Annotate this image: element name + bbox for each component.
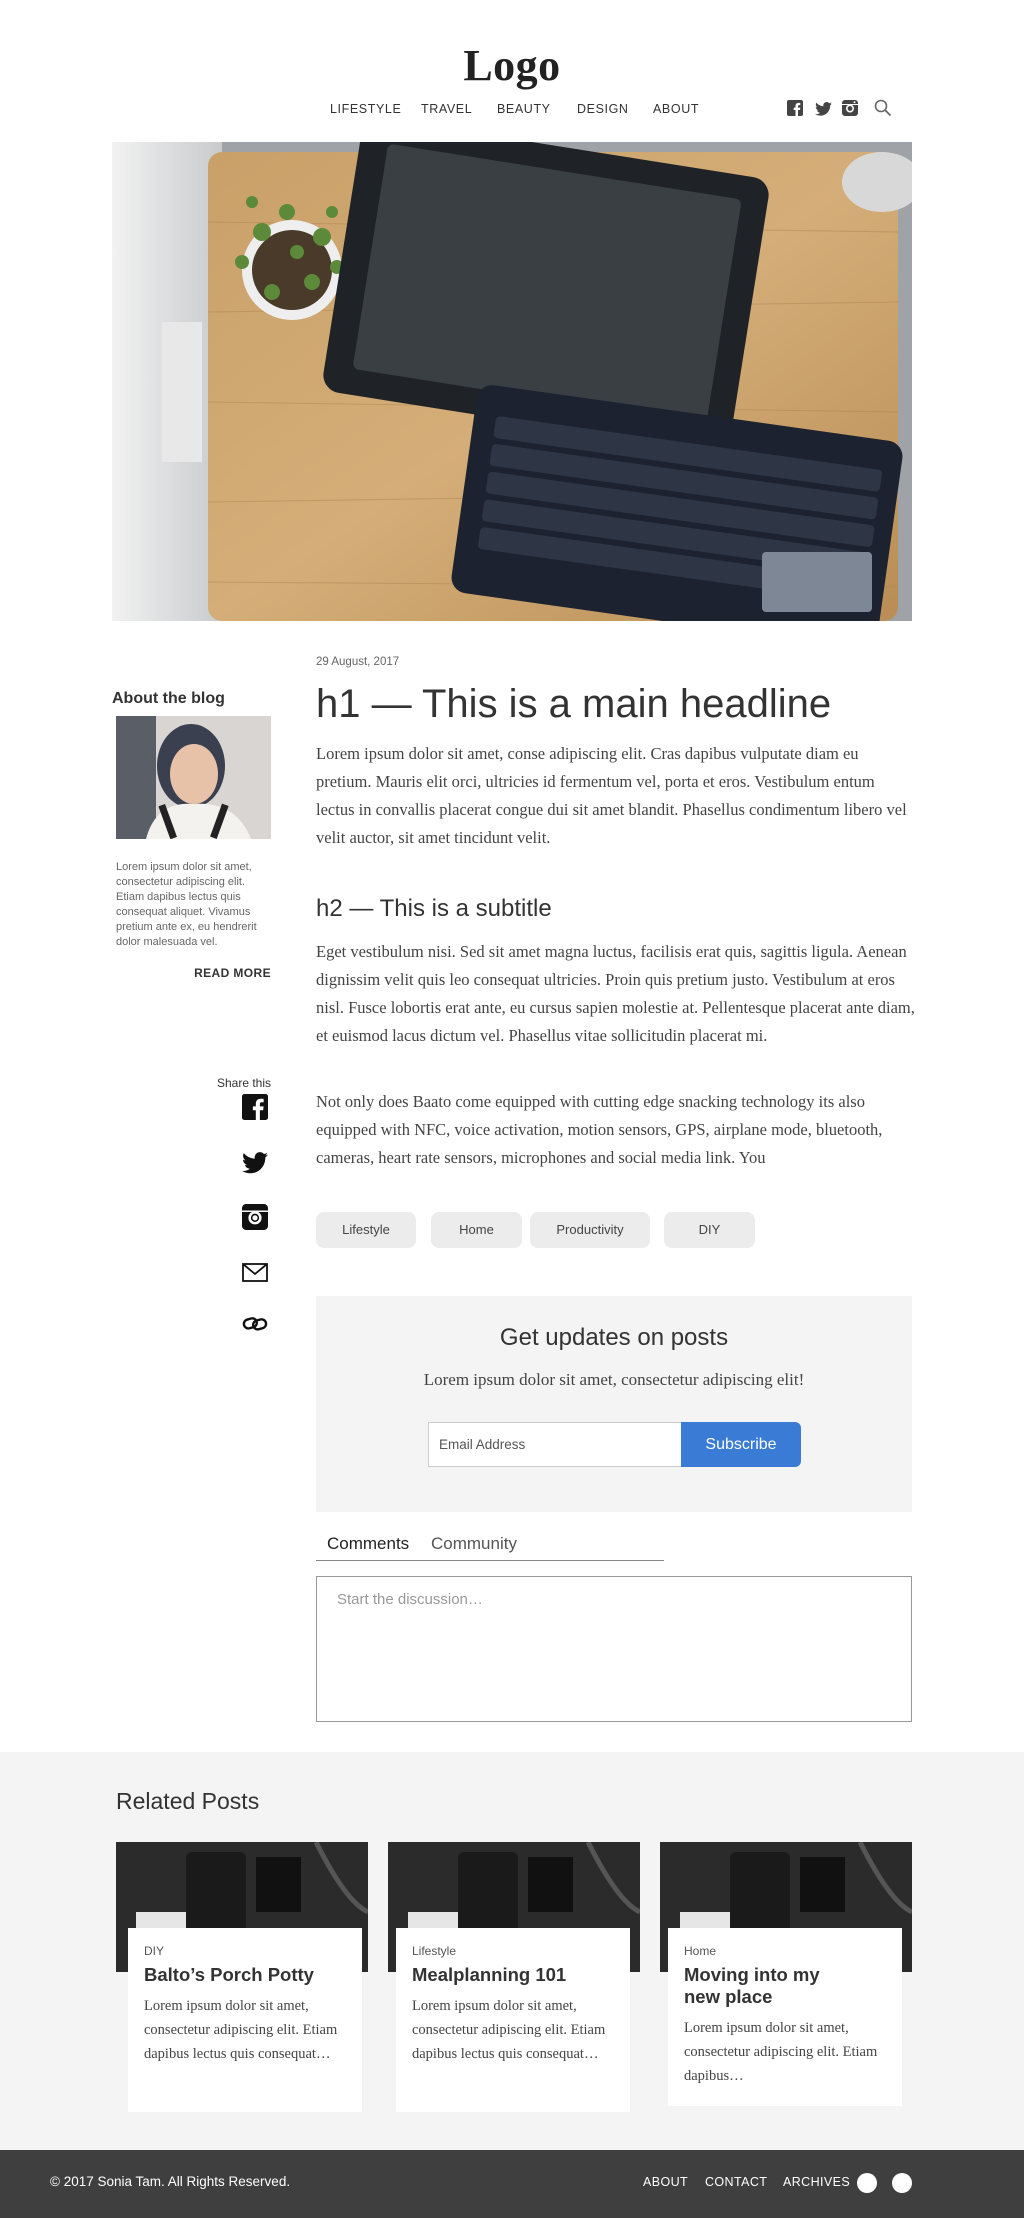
copyright-text: © 2017 Sonia Tam. All Rights Reserved.: [50, 2174, 291, 2189]
facebook-icon[interactable]: [787, 100, 805, 118]
subscribe-text: Lorem ipsum dolor sit amet, consectetur …: [423, 1370, 805, 1389]
facebook-icon[interactable]: [242, 1094, 270, 1122]
post-subtitle: h2 — This is a subtitle: [316, 895, 552, 922]
paragraph-1: Lorem ipsum dolor sit amet, conse adipis…: [316, 744, 907, 847]
related-category: Home: [684, 1944, 717, 1958]
link-icon[interactable]: [242, 1314, 270, 1342]
related-post-title[interactable]: Moving into my new place: [684, 1964, 824, 2008]
related-post-title[interactable]: Mealplanning 101: [412, 1964, 614, 1986]
tab-underline: [316, 1560, 664, 1561]
post-date: 29 August, 2017: [316, 656, 400, 668]
subscribe-button[interactable]: Subscribe: [681, 1422, 801, 1467]
tab-comments[interactable]: Comments: [327, 1534, 409, 1554]
related-card-3[interactable]: Home Moving into my new place Lorem ipsu…: [668, 1928, 902, 2106]
search-icon[interactable]: [874, 99, 892, 117]
related-post-title[interactable]: Balto’s Porch Potty: [144, 1964, 346, 1986]
share-label: Share this: [216, 1076, 271, 1090]
paragraph-3: Not only does Baato come equipped with c…: [316, 1092, 883, 1167]
nav-about[interactable]: ABOUT: [653, 102, 699, 116]
site-logo[interactable]: Logo: [0, 40, 1024, 91]
related-card-2[interactable]: Lifestyle Mealplanning 101 Lorem ipsum d…: [396, 1928, 630, 2112]
twitter-icon[interactable]: [815, 102, 833, 120]
hero-image: [112, 142, 912, 621]
nav-beauty[interactable]: BEAUTY: [497, 102, 551, 116]
related-excerpt: Lorem ipsum dolor sit amet, consectetur …: [684, 2020, 878, 2084]
related-category: Lifestyle: [412, 1944, 457, 1958]
about-title: About the blog: [112, 690, 225, 707]
subscribe-title: Get updates on posts: [499, 1324, 729, 1351]
related-category: DIY: [144, 1944, 165, 1958]
related-excerpt: Lorem ipsum dolor sit amet, consectetur …: [412, 1998, 606, 2062]
instagram-icon[interactable]: [842, 100, 860, 118]
tag-home[interactable]: Home: [431, 1212, 522, 1248]
mail-icon[interactable]: [242, 1262, 270, 1290]
related-excerpt: Lorem ipsum dolor sit amet, consectetur …: [144, 1998, 338, 2062]
tag-lifestyle[interactable]: Lifestyle: [316, 1212, 416, 1248]
about-text: Lorem ipsum dolor sit amet, consectetur …: [116, 861, 257, 948]
post-headline: h1 — This is a main headline: [316, 682, 832, 726]
nav-travel[interactable]: TRAVEL: [421, 102, 472, 116]
footer-social-icon[interactable]: [892, 2173, 912, 2193]
footer-link-about[interactable]: ABOUT: [643, 2175, 688, 2189]
related-card-1[interactable]: DIY Balto’s Porch Potty Lorem ipsum dolo…: [128, 1928, 362, 2112]
nav-lifestyle[interactable]: LIFESTYLE: [330, 102, 401, 116]
paragraph-2: Eget vestibulum nisi. Sed sit amet magna…: [316, 942, 915, 1045]
tab-community[interactable]: Community: [431, 1534, 517, 1554]
footer-link-contact[interactable]: CONTACT: [705, 2175, 767, 2189]
read-more-link[interactable]: READ MORE: [116, 966, 271, 980]
tag-productivity[interactable]: Productivity: [530, 1212, 650, 1248]
discussion-input[interactable]: [316, 1576, 912, 1722]
instagram-icon[interactable]: [242, 1204, 270, 1232]
author-avatar: [116, 716, 271, 839]
footer-social-icon[interactable]: [857, 2173, 877, 2193]
twitter-icon[interactable]: [242, 1152, 270, 1180]
footer-link-archives[interactable]: ARCHIVES: [783, 2175, 850, 2189]
nav-design[interactable]: DESIGN: [577, 102, 629, 116]
tag-diy[interactable]: DIY: [664, 1212, 755, 1248]
related-title: Related Posts: [116, 1788, 260, 1814]
email-input[interactable]: [428, 1422, 682, 1467]
